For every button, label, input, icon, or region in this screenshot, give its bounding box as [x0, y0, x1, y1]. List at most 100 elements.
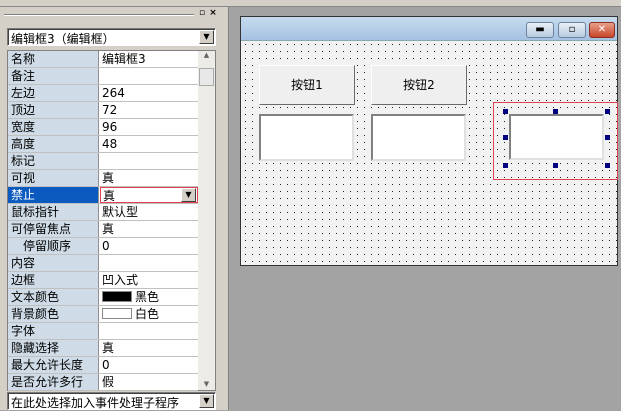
property-row[interactable]: 内容 — [8, 255, 198, 272]
property-value-text: 0 — [102, 239, 110, 253]
property-value[interactable]: 真 — [100, 170, 198, 186]
property-label: 内容 — [8, 255, 99, 271]
close-icon[interactable]: ✕ — [589, 22, 615, 38]
property-row[interactable]: 停留顺序 0 — [8, 238, 198, 255]
resize-handle[interactable] — [503, 109, 508, 114]
property-label: 停留顺序 — [8, 238, 99, 254]
property-value[interactable]: 96 — [100, 119, 198, 135]
property-value[interactable] — [100, 68, 198, 84]
property-row[interactable]: 顶边 72 — [8, 102, 198, 119]
property-value-text: 真 — [102, 341, 115, 355]
property-value-text: 真 — [103, 189, 116, 203]
property-row[interactable]: 可停留焦点真 — [8, 221, 198, 238]
property-value-text: 264 — [102, 86, 125, 100]
property-value[interactable]: 假 — [100, 374, 198, 390]
scrollbar[interactable]: ▲ ▼ — [198, 51, 215, 390]
property-row[interactable]: 可视真 — [8, 170, 198, 187]
property-value[interactable]: 白色 — [100, 306, 198, 322]
edit-box-3[interactable] — [509, 114, 604, 160]
resize-handle[interactable] — [503, 135, 508, 140]
edit-box-1[interactable] — [259, 114, 354, 161]
scroll-down-icon[interactable]: ▼ — [198, 380, 215, 388]
property-value[interactable]: 真 — [100, 340, 198, 356]
resize-handle[interactable] — [503, 163, 508, 168]
maximize-icon[interactable]: ▫ — [558, 22, 586, 38]
property-value[interactable]: 黑色 — [100, 289, 198, 305]
property-value-text: 真 — [102, 222, 115, 236]
scroll-up-icon[interactable]: ▲ — [198, 51, 215, 59]
restore-icon[interactable]: ▫ — [197, 8, 207, 18]
property-row[interactable]: 鼠标指针 默认型 — [8, 204, 198, 221]
property-value[interactable]: 默认型 — [100, 204, 198, 220]
chevron-down-icon[interactable]: ▼ — [199, 30, 214, 44]
property-row[interactable]: 高度 48 — [8, 136, 198, 153]
resize-handle[interactable] — [605, 109, 610, 114]
property-value[interactable] — [100, 153, 198, 169]
property-value[interactable]: 真 — [100, 221, 198, 237]
property-label: 备注 — [8, 68, 99, 84]
event-selector[interactable]: 在此处选择加入事件处理子程序 ▼ — [7, 392, 216, 410]
resize-handle[interactable] — [553, 109, 558, 114]
button-1[interactable]: 按钮1 — [259, 65, 355, 105]
property-row[interactable]: 名称 编辑框3 — [8, 51, 198, 68]
property-value[interactable]: 0 — [100, 357, 198, 373]
property-grid: 名称 编辑框3 备注 左边 264 顶边 72 宽度 96 高度 48 标记 可视真禁止真 ▼ 鼠标指针 默认… — [7, 50, 216, 391]
form-client[interactable]: 按钮1 按钮2 — [242, 41, 618, 265]
property-label: 禁止 — [8, 187, 99, 203]
property-value-text: 假 — [102, 375, 115, 389]
property-row[interactable]: 左边 264 — [8, 85, 198, 102]
property-label: 可视 — [8, 170, 99, 186]
property-row[interactable]: 隐藏选择真 — [8, 340, 198, 357]
property-row[interactable]: 备注 — [8, 68, 198, 85]
property-label: 背景颜色 — [8, 306, 99, 322]
resize-handle[interactable] — [553, 163, 558, 168]
scroll-thumb[interactable] — [199, 68, 214, 86]
property-label: 隐藏选择 — [8, 340, 99, 356]
chevron-down-icon[interactable]: ▼ — [181, 188, 196, 202]
resize-handle[interactable] — [605, 163, 610, 168]
property-row[interactable]: 边框 凹入式 — [8, 272, 198, 289]
close-icon[interactable]: × — [208, 8, 218, 18]
property-label: 宽度 — [8, 119, 99, 135]
property-value-text: 默认型 — [102, 205, 139, 219]
property-value[interactable]: 0 — [100, 238, 198, 254]
property-label: 文本颜色 — [8, 289, 99, 305]
panel-header — [4, 14, 194, 16]
property-label: 是否允许多行 — [8, 374, 99, 390]
property-label: 鼠标指针 — [8, 204, 99, 220]
property-value[interactable]: 编辑框3 — [100, 51, 198, 67]
object-selector[interactable]: 编辑框3（编辑框） ▼ — [7, 28, 216, 46]
property-value[interactable]: 真 ▼ — [100, 187, 198, 203]
property-label: 名称 — [8, 51, 99, 67]
property-value[interactable] — [100, 323, 198, 339]
property-label: 标记 — [8, 153, 99, 169]
property-value-text: 0 — [102, 358, 110, 372]
property-label: 左边 — [8, 85, 99, 101]
property-row[interactable]: 禁止真 ▼ — [8, 187, 198, 204]
property-label: 字体 — [8, 323, 99, 339]
button-2[interactable]: 按钮2 — [371, 65, 467, 105]
property-row[interactable]: 宽度 96 — [8, 119, 198, 136]
edit-box-2[interactable] — [371, 114, 466, 161]
property-value[interactable]: 264 — [100, 85, 198, 101]
property-value-text: 编辑框3 — [102, 52, 146, 66]
minimize-icon[interactable]: ▬ — [526, 22, 554, 38]
property-row[interactable]: 文本颜色 黑色 — [8, 289, 198, 306]
property-row[interactable]: 背景颜色 白色 — [8, 306, 198, 323]
property-value-text: 72 — [102, 103, 118, 117]
selection-frame — [493, 102, 618, 180]
property-value[interactable]: 48 — [100, 136, 198, 152]
property-value[interactable] — [100, 255, 198, 271]
property-row[interactable]: 最大允许长度 0 — [8, 357, 198, 374]
property-value[interactable]: 72 — [100, 102, 198, 118]
property-row[interactable]: 标记 — [8, 153, 198, 170]
chevron-down-icon[interactable]: ▼ — [199, 394, 214, 408]
property-row[interactable]: 是否允许多行假 — [8, 374, 198, 391]
property-value-text: 白色 — [135, 307, 160, 321]
property-value[interactable]: 凹入式 — [100, 272, 198, 288]
event-selector-value: 在此处选择加入事件处理子程序 — [11, 396, 180, 410]
resize-handle[interactable] — [605, 135, 610, 140]
property-panel: ▫ × 编辑框3（编辑框） ▼ 名称 编辑框3 备注 左边 264 顶边 72 宽度 96 高度 4… — [0, 7, 229, 410]
title-bar[interactable]: ▬ ▫ ✕ — [241, 17, 617, 41]
property-row[interactable]: 字体 — [8, 323, 198, 340]
